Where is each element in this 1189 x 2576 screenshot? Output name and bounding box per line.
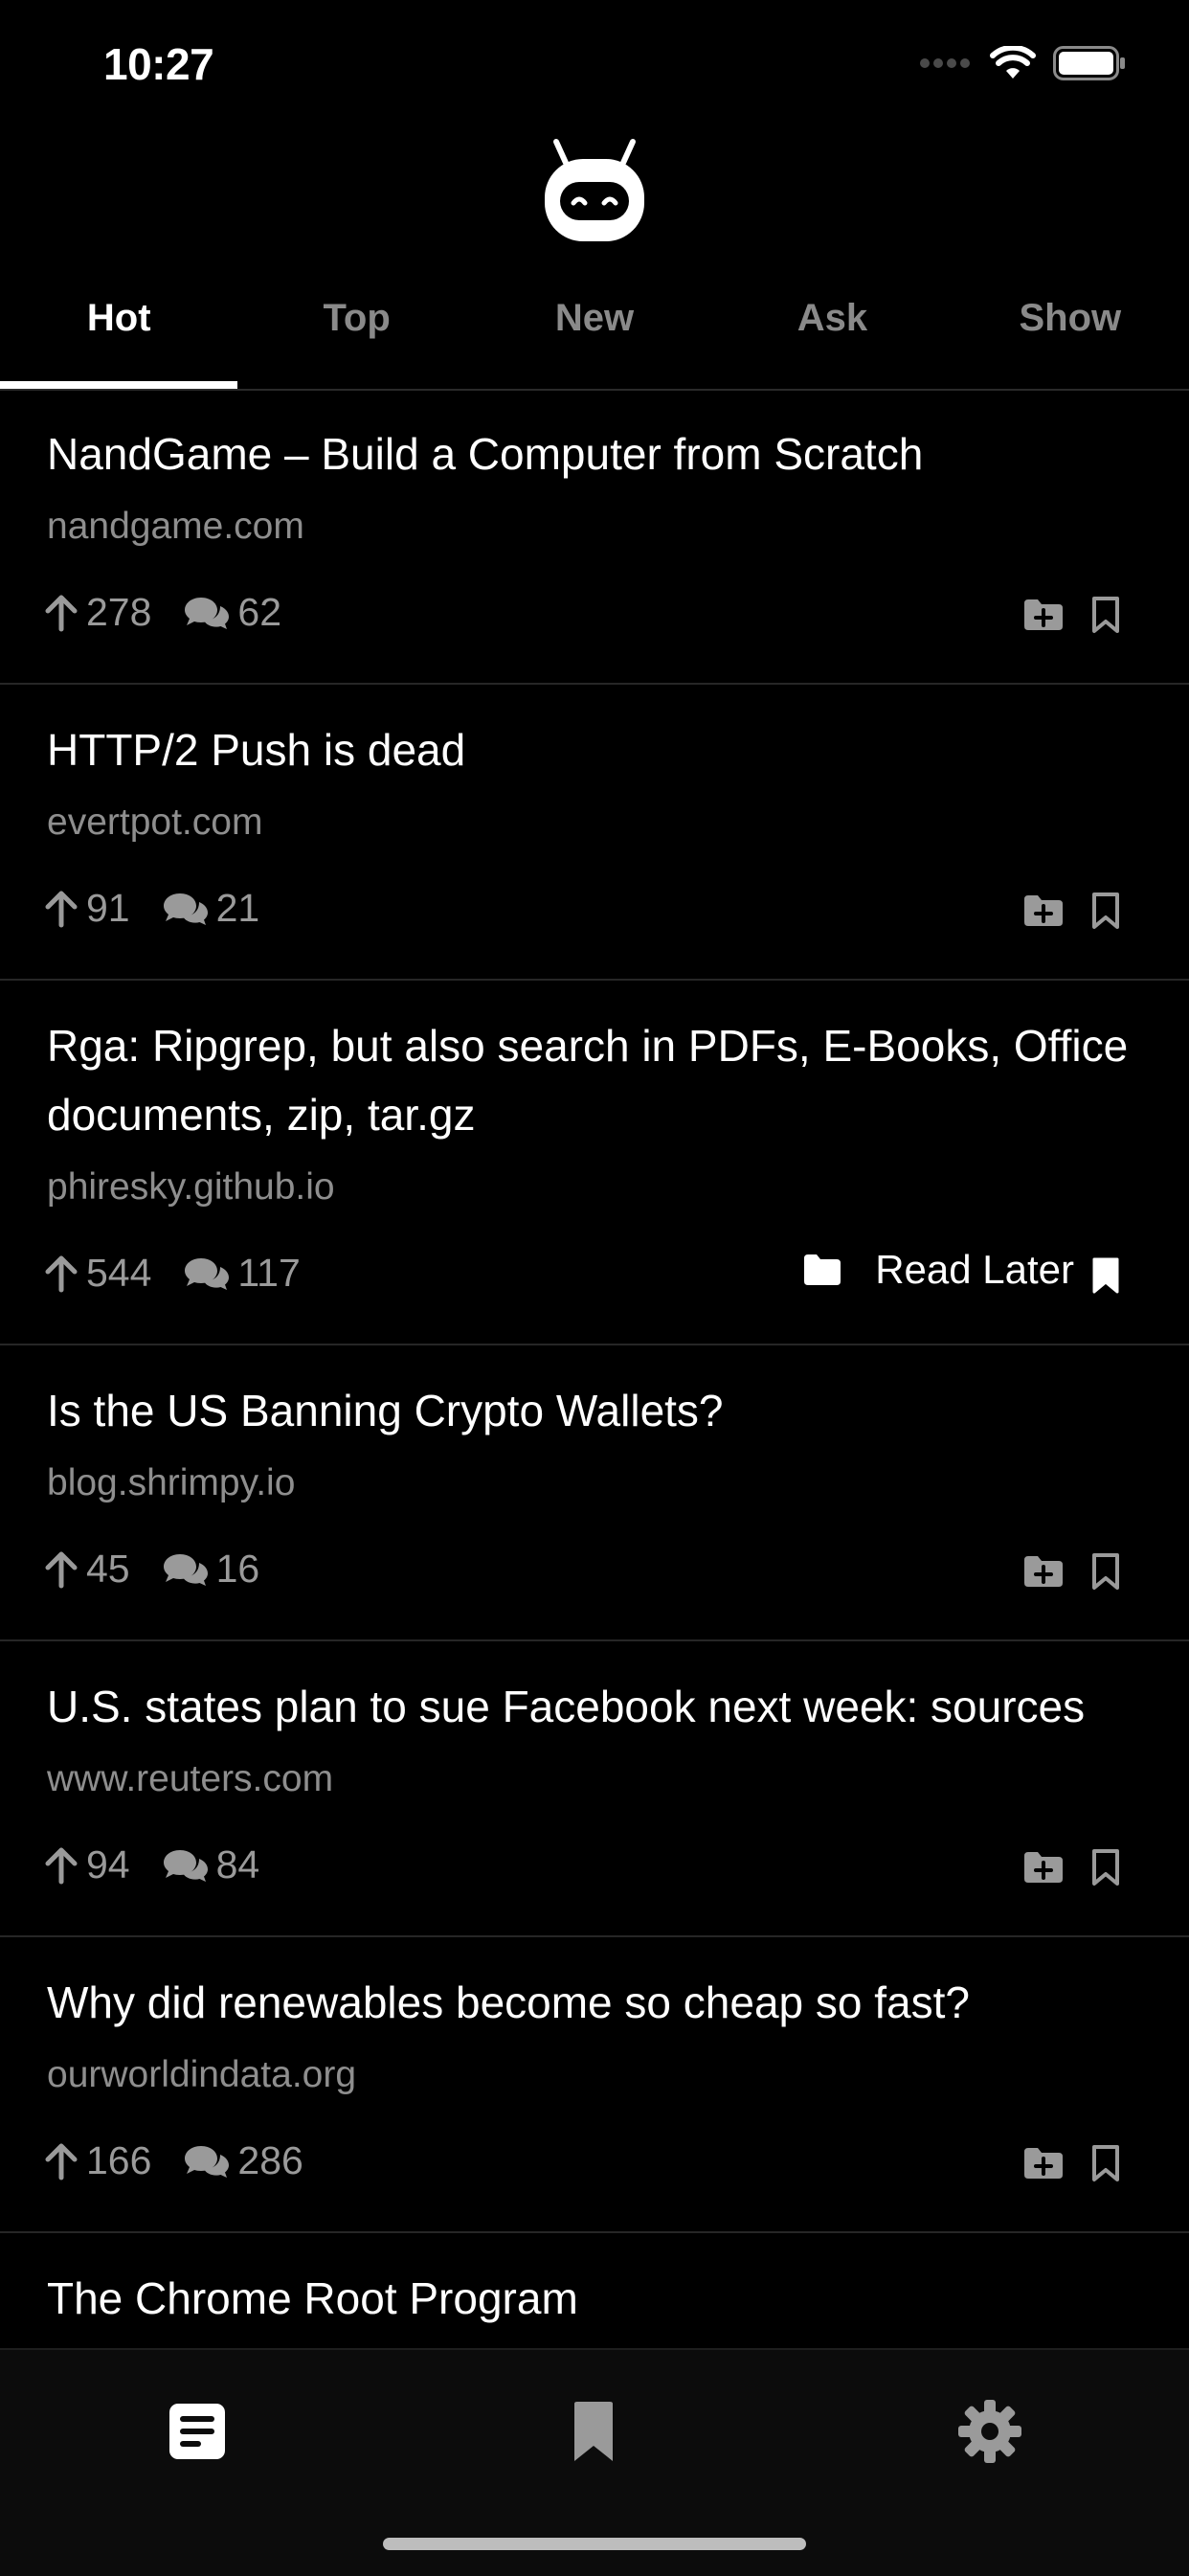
bookmark-button[interactable]	[1082, 1247, 1130, 1304]
comments-icon	[185, 597, 230, 629]
story-title[interactable]: The Chrome Root Program	[47, 2264, 1151, 2333]
gear-icon	[958, 2400, 1021, 2463]
story-stats: 278 62	[44, 590, 281, 635]
story-stats: 544 117	[44, 1251, 301, 1296]
comments-icon	[163, 1553, 208, 1586]
bookmark-outline-icon	[1092, 597, 1119, 633]
folder-plus-icon	[1024, 895, 1063, 926]
story-stats: 94 84	[44, 1842, 259, 1887]
folder-plus-icon	[1024, 599, 1063, 630]
story-title[interactable]: NandGame – Build a Computer from Scratch	[47, 419, 1151, 488]
upvote-arrow-icon	[45, 891, 78, 927]
comments-count: 84	[215, 1842, 260, 1887]
home-indicator	[383, 2538, 806, 2550]
story-stats: 45 16	[44, 1547, 259, 1592]
comments-count: 16	[215, 1547, 260, 1591]
story-domain: phiresky.github.io	[47, 1166, 335, 1208]
bookmark-filled-icon	[1092, 1257, 1119, 1294]
wifi-icon	[990, 46, 1036, 79]
comments-count: 21	[215, 886, 260, 930]
folder-plus-icon	[1024, 1556, 1063, 1587]
story-domain: blog.shrimpy.io	[47, 1462, 296, 1503]
comments-icon	[185, 2145, 230, 2178]
story-item[interactable]: The Chrome Root Program	[0, 2233, 1189, 2358]
points-count: 166	[86, 2138, 152, 2182]
add-to-folder-button[interactable]	[1015, 586, 1072, 644]
story-domain: nandgame.com	[47, 506, 304, 547]
saved-folder-button[interactable]: Read Later	[802, 1247, 1074, 1293]
points-count: 91	[86, 886, 130, 930]
status-indicators	[919, 44, 1126, 82]
bookmark-button[interactable]	[1082, 586, 1130, 644]
add-to-folder-button[interactable]	[1015, 2135, 1072, 2192]
story-domain: evertpot.com	[47, 802, 263, 843]
comments-icon	[185, 1257, 230, 1290]
app-logo	[0, 134, 1189, 249]
comments-count: 286	[237, 2138, 303, 2182]
bookmark-outline-icon	[1092, 893, 1119, 929]
story-title[interactable]: Is the US Banning Crypto Wallets?	[47, 1376, 1151, 1445]
upvote-arrow-icon	[45, 1551, 78, 1588]
folder-plus-icon	[1024, 1852, 1063, 1883]
story-item[interactable]: U.S. states plan to sue Facebook next we…	[0, 1641, 1189, 1937]
bookmark-outline-icon	[1092, 2145, 1119, 2181]
folder-plus-icon	[1024, 2148, 1063, 2179]
bookmark-button[interactable]	[1082, 1543, 1130, 1600]
add-to-folder-button[interactable]	[1015, 1839, 1072, 1896]
signal-icon	[920, 58, 970, 68]
bookmark-button[interactable]	[1082, 882, 1130, 939]
nav-feed-button[interactable]	[154, 2388, 240, 2474]
tab-show[interactable]: Show	[952, 280, 1189, 389]
story-title[interactable]: U.S. states plan to sue Facebook next we…	[47, 1672, 1151, 1741]
tab-new[interactable]: New	[476, 280, 713, 389]
tab-hot[interactable]: Hot	[0, 280, 238, 389]
comments-icon	[163, 893, 208, 925]
bookmark-button[interactable]	[1082, 1839, 1130, 1896]
tab-top[interactable]: Top	[237, 280, 475, 389]
upvote-arrow-icon	[45, 2143, 78, 2180]
battery-icon	[1053, 46, 1125, 80]
story-item[interactable]: Rga: Ripgrep, but also search in PDFs, E…	[0, 981, 1189, 1345]
story-item[interactable]: Why did renewables become so cheap so fa…	[0, 1937, 1189, 2233]
bookmark-outline-icon	[1092, 1849, 1119, 1886]
feed-tabs: Hot Top New Ask Show	[0, 280, 1189, 391]
comments-count: 117	[237, 1251, 301, 1295]
story-title[interactable]: Rga: Ripgrep, but also search in PDFs, E…	[47, 1011, 1151, 1149]
upvote-arrow-icon	[45, 1255, 78, 1292]
nav-settings-button[interactable]	[947, 2388, 1033, 2474]
news-feed-icon	[169, 2404, 225, 2459]
bookmark-outline-icon	[1092, 1553, 1119, 1590]
story-stats: 91 21	[44, 886, 259, 931]
story-stats: 166 286	[44, 2138, 303, 2183]
story-list: NandGame – Build a Computer from Scratch…	[0, 389, 1189, 2358]
comments-icon	[163, 1849, 208, 1882]
tab-ask[interactable]: Ask	[713, 280, 951, 389]
story-domain: www.reuters.com	[47, 1758, 334, 1799]
add-to-folder-button[interactable]	[1015, 1543, 1072, 1600]
nav-bookmarks-button[interactable]	[550, 2388, 637, 2474]
story-item[interactable]: NandGame – Build a Computer from Scratch…	[0, 389, 1189, 685]
comments-count: 62	[237, 590, 282, 634]
points-count: 94	[86, 1842, 130, 1887]
story-domain: ourworldindata.org	[47, 2054, 357, 2095]
upvote-arrow-icon	[45, 595, 78, 631]
story-item[interactable]: HTTP/2 Push is dead evertpot.com 91 21	[0, 685, 1189, 981]
bookmark-button[interactable]	[1082, 2135, 1130, 2192]
upvote-arrow-icon	[45, 1847, 78, 1884]
robot-logo-icon	[545, 139, 644, 241]
folder-icon	[804, 1254, 841, 1285]
story-item[interactable]: Is the US Banning Crypto Wallets? blog.s…	[0, 1345, 1189, 1641]
story-title[interactable]: Why did renewables become so cheap so fa…	[47, 1968, 1151, 2037]
story-title[interactable]: HTTP/2 Push is dead	[47, 715, 1151, 784]
saved-folder-label: Read Later	[875, 1247, 1074, 1292]
points-count: 278	[86, 590, 152, 634]
bookmark-icon	[574, 2402, 613, 2461]
status-time: 10:27	[103, 39, 214, 89]
points-count: 544	[86, 1251, 152, 1295]
add-to-folder-button[interactable]	[1015, 882, 1072, 939]
points-count: 45	[86, 1547, 130, 1591]
